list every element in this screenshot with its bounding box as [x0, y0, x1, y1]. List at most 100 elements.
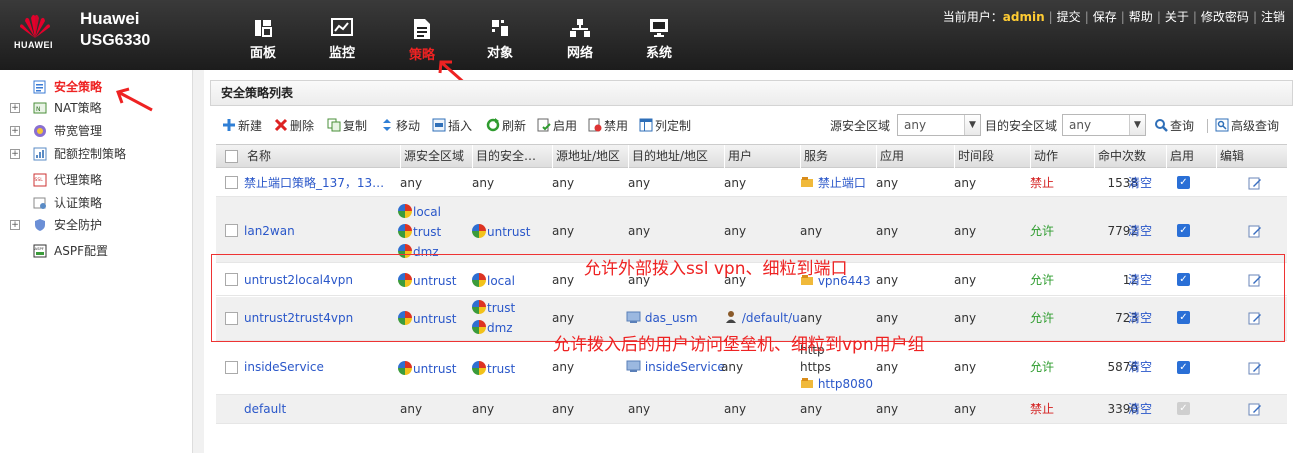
query-button[interactable]: 查询 — [1154, 117, 1194, 135]
col-header-edit[interactable]: 编辑 — [1216, 145, 1287, 168]
edit-icon[interactable] — [1248, 176, 1262, 190]
dst-zone-link[interactable]: trust — [472, 360, 515, 378]
policy-name-link[interactable]: insideService — [244, 358, 324, 376]
nav-tab-dashboard[interactable]: 面板 — [232, 12, 294, 66]
col-header-service[interactable]: 服务 — [800, 145, 876, 168]
disable-button[interactable]: 禁用 — [588, 117, 628, 135]
insert-icon — [432, 118, 446, 132]
col-header-app[interactable]: 应用 — [876, 145, 954, 168]
col-header-time[interactable]: 时间段 — [954, 145, 1030, 168]
column-custom-label: 列定制 — [655, 119, 692, 133]
clear-hits-link[interactable]: 清空 — [1128, 174, 1152, 192]
nav-tab-network[interactable]: 网络 — [549, 12, 611, 66]
policy-name-link[interactable]: default — [244, 400, 286, 418]
enabled-checkbox[interactable]: ✓ — [1177, 361, 1190, 374]
col-header-dst-zone[interactable]: 目的安全… — [472, 145, 552, 168]
delete-button[interactable]: 删除 — [274, 117, 314, 135]
col-header-name[interactable]: 名称 — [244, 145, 400, 168]
enabled-checkbox[interactable]: ✓ — [1177, 176, 1190, 189]
nav-tab-label: 面板 — [249, 46, 276, 61]
about-link[interactable]: 关于 — [1165, 10, 1189, 24]
enable-button[interactable]: 启用 — [537, 117, 577, 135]
col-header-src-addr[interactable]: 源地址/地区 — [552, 145, 628, 168]
column-custom-button[interactable]: 列定制 — [639, 117, 691, 135]
policy-name-link[interactable]: lan2wan — [244, 222, 295, 240]
sidebar-item-label: NAT策略 — [54, 101, 102, 115]
user-value: any — [724, 402, 747, 416]
disable-doc-icon — [588, 118, 602, 132]
dst-addr-link[interactable]: insideService — [626, 358, 725, 376]
service-link[interactable]: 禁止端口 — [800, 174, 866, 192]
move-button[interactable]: 移动 — [380, 117, 420, 135]
enabled-checkbox[interactable]: ✓ — [1177, 224, 1190, 237]
new-button[interactable]: 新建 — [222, 117, 262, 135]
zone-icon — [398, 204, 412, 218]
nav-tab-system[interactable]: 系统 — [628, 12, 690, 66]
col-header-hits[interactable]: 命中次数 — [1094, 145, 1166, 168]
src-zone-value: any — [904, 118, 927, 132]
nav-tab-monitor[interactable]: 监控 — [311, 12, 373, 66]
expand-icon[interactable]: + — [10, 103, 20, 113]
col-header-action[interactable]: 动作 — [1030, 145, 1094, 168]
service-link[interactable]: http8080 — [800, 375, 873, 393]
clear-hits-link[interactable]: 清空 — [1128, 358, 1152, 376]
src-addr-value: any — [552, 360, 575, 374]
sidebar-item-aspf[interactable]: ASPF ASPF配置 — [0, 240, 180, 262]
copy-button[interactable]: 复制 — [327, 117, 367, 135]
src-zone-select[interactable]: any ▼ — [897, 114, 981, 136]
sidebar-item-quota[interactable]: + 配额控制策略 — [0, 143, 180, 165]
sidebar-item-proxy-policy[interactable]: SSL 代理策略 — [0, 169, 180, 191]
advanced-search-icon — [1215, 118, 1229, 132]
help-link[interactable]: 帮助 — [1129, 10, 1153, 24]
sidebar-collapse-strip[interactable] — [192, 70, 204, 453]
logo-text: HUAWEI — [14, 40, 53, 50]
policy-name-link[interactable]: 禁止端口策略_137，13… — [244, 174, 384, 192]
col-header-dst-addr[interactable]: 目的地址/地区 — [628, 145, 724, 168]
nav-tab-object[interactable]: 对象 — [469, 12, 531, 66]
advanced-query-button[interactable]: 高级查询 — [1215, 117, 1279, 135]
sidebar-item-label: ASPF配置 — [54, 244, 108, 258]
src-zone-link[interactable]: local — [398, 203, 441, 221]
logout-link[interactable]: 注销 — [1261, 10, 1285, 24]
svg-text:SSL: SSL — [35, 177, 44, 183]
row-checkbox[interactable] — [225, 176, 238, 189]
expand-icon[interactable]: + — [10, 126, 20, 136]
table-row[interactable]: 禁止端口策略_137，13… any any any any any 禁止端口 … — [216, 169, 1287, 197]
submit-link[interactable]: 提交 — [1057, 10, 1081, 24]
top-header: HUAWEI Huawei USG6330 面板 监控 策略 对象 网络 系统 … — [0, 0, 1293, 70]
dst-zone-select[interactable]: any ▼ — [1062, 114, 1146, 136]
refresh-label: 刷新 — [502, 119, 527, 133]
app-value: any — [876, 360, 899, 374]
col-header-user[interactable]: 用户 — [724, 145, 800, 168]
expand-icon[interactable]: + — [10, 149, 20, 159]
row-checkbox[interactable] — [225, 361, 238, 374]
src-zone-link[interactable]: trust — [398, 223, 441, 241]
move-label: 移动 — [396, 119, 421, 133]
src-zone-link[interactable]: untrust — [398, 360, 456, 378]
change-password-link[interactable]: 修改密码 — [1201, 10, 1249, 24]
col-header-src-zone[interactable]: 源安全区域 — [400, 145, 472, 168]
app-value: any — [876, 402, 899, 416]
insert-button[interactable]: 插入 — [432, 117, 472, 135]
table-row[interactable]: default any any any any any any any any … — [216, 395, 1287, 424]
plus-icon — [223, 119, 235, 131]
sidebar-item-bandwidth[interactable]: + 带宽管理 — [0, 120, 180, 142]
edit-icon[interactable] — [1248, 361, 1262, 375]
col-header-enabled[interactable]: 启用 — [1166, 145, 1216, 168]
edit-icon[interactable] — [1248, 224, 1262, 238]
sidebar-item-security-protection[interactable]: + 安全防护 — [0, 214, 180, 236]
expand-icon[interactable]: + — [10, 220, 20, 230]
user-bar: 当前用户：admin | 提交 | 保存 | 帮助 | 关于 | 修改密码 | 注销 — [942, 10, 1285, 24]
select-all-checkbox[interactable] — [225, 150, 238, 163]
refresh-button[interactable]: 刷新 — [486, 117, 526, 135]
time-value: any — [954, 360, 977, 374]
clear-hits-link[interactable]: 清空 — [1128, 222, 1152, 240]
row-checkbox[interactable] — [225, 224, 238, 237]
dst-zone-link[interactable]: untrust — [472, 223, 530, 241]
dst-addr-value: any — [628, 224, 651, 238]
edit-icon[interactable] — [1248, 402, 1262, 416]
clear-hits-link[interactable]: 清空 — [1128, 400, 1152, 418]
nav-tab-label: 系统 — [645, 46, 672, 61]
save-link[interactable]: 保存 — [1093, 10, 1117, 24]
sidebar-item-auth-policy[interactable]: 认证策略 — [0, 192, 180, 214]
